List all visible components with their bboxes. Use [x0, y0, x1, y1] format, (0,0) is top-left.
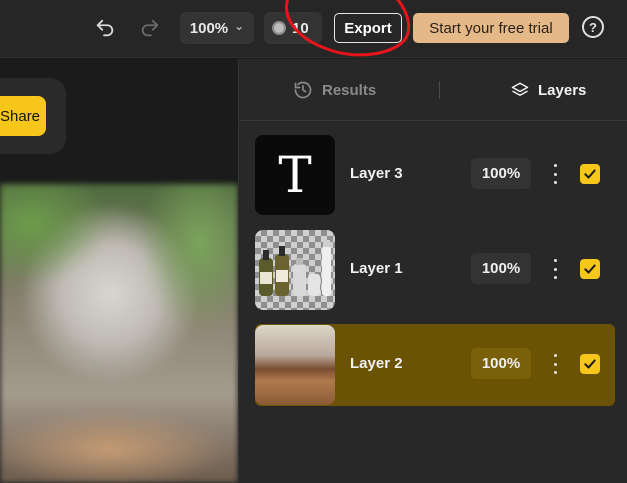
layer-thumbnail-table — [255, 325, 335, 405]
export-button[interactable]: Export — [334, 13, 402, 43]
share-container: Share — [0, 78, 66, 154]
layer-row-selected[interactable]: Layer 2 100% — [255, 324, 615, 406]
checkmark-icon — [584, 264, 596, 274]
chevron-down-icon: ⌄ — [234, 19, 245, 33]
coin-icon — [272, 21, 286, 35]
checkmark-icon — [584, 169, 596, 179]
layers-icon — [511, 82, 529, 96]
layer-name: Layer 2 — [350, 355, 403, 372]
layer-opacity[interactable]: 100% — [471, 348, 531, 379]
layer-visibility-checkbox[interactable] — [580, 259, 600, 279]
layer-opacity[interactable]: 100% — [471, 158, 531, 189]
layer-name: Layer 3 — [350, 165, 403, 182]
share-button[interactable]: Share — [0, 96, 46, 136]
tab-divider — [439, 81, 440, 99]
redo-icon[interactable] — [138, 16, 162, 40]
more-options-icon[interactable] — [549, 352, 561, 376]
layer-opacity[interactable]: 100% — [471, 253, 531, 284]
bottles-image — [259, 240, 331, 296]
layer-visibility-checkbox[interactable] — [580, 354, 600, 374]
panel-tabs: Results Layers — [239, 59, 627, 121]
history-icon — [294, 81, 312, 99]
start-free-trial-button[interactable]: Start your free trial — [413, 13, 569, 43]
side-panel: Results Layers T Layer 3 100% Layer 1 10… — [238, 59, 627, 483]
tab-results[interactable]: Results — [293, 79, 376, 101]
layer-row[interactable]: Layer 1 100% — [255, 229, 615, 311]
zoom-dropdown[interactable]: 100% ⌄ — [180, 12, 254, 44]
tab-results-label: Results — [322, 81, 377, 99]
more-options-icon[interactable] — [549, 162, 561, 186]
zoom-value: 100% — [189, 19, 229, 37]
more-options-icon[interactable] — [549, 257, 561, 281]
canvas-area: Share — [0, 59, 238, 483]
tab-layers-label: Layers — [538, 81, 587, 99]
layer-thumbnail-products — [255, 230, 335, 310]
layer-row[interactable]: T Layer 3 100% — [255, 134, 615, 216]
canvas-image[interactable] — [0, 184, 238, 483]
top-toolbar: 100% ⌄ 10 Export Start your free trial ? — [0, 0, 627, 58]
tab-layers[interactable]: Layers — [511, 79, 586, 101]
app-window: 100% ⌄ 10 Export Start your free trial ?… — [0, 0, 627, 483]
undo-icon[interactable] — [93, 16, 117, 40]
help-icon[interactable]: ? — [582, 16, 604, 38]
credits-counter[interactable]: 10 — [264, 12, 322, 44]
layer-visibility-checkbox[interactable] — [580, 164, 600, 184]
checkmark-icon — [584, 359, 596, 369]
credits-value: 10 — [292, 19, 309, 37]
layer-thumbnail-text: T — [255, 135, 335, 215]
layer-name: Layer 1 — [350, 260, 403, 277]
text-layer-glyph: T — [278, 146, 312, 204]
